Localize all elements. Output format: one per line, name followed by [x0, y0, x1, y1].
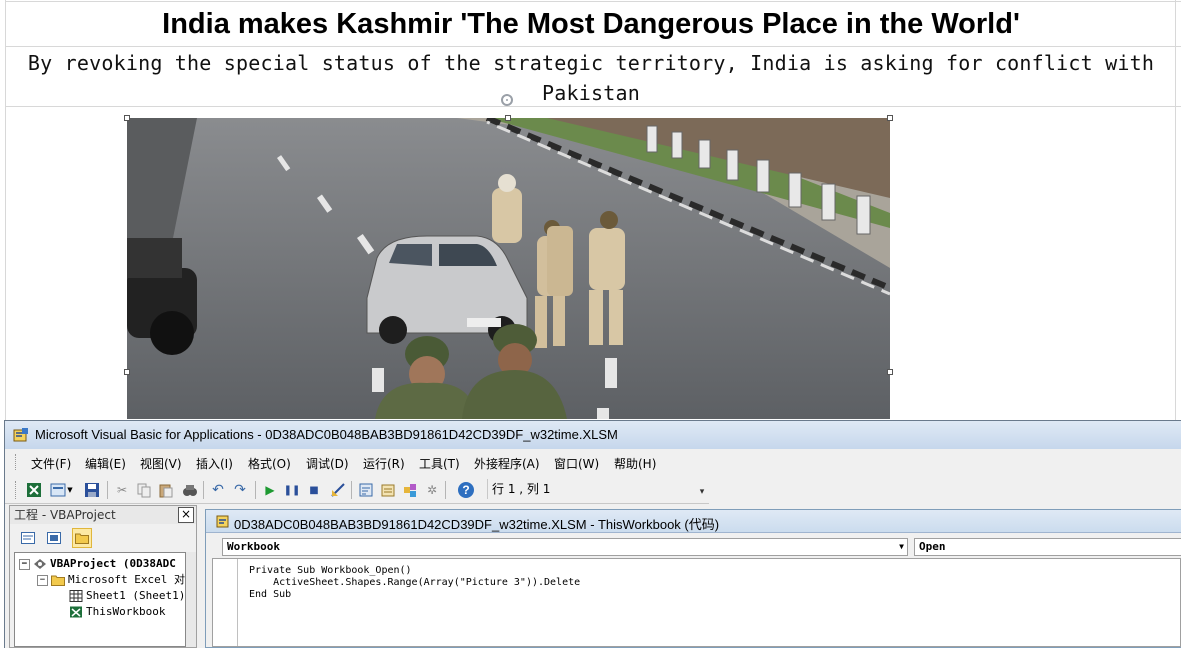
tree-item-vbaproject[interactable]: − VBAProject (0D38ADC: [19, 556, 176, 572]
menu-run[interactable]: 运行(R): [363, 455, 405, 472]
excel-view-icon[interactable]: [25, 481, 43, 499]
code-line[interactable]: ActiveSheet.Shapes.Range(Array("Picture …: [249, 577, 580, 589]
save-icon[interactable]: [83, 481, 101, 499]
vbaproject-icon: [34, 559, 46, 569]
tree-item-thisworkbook[interactable]: ThisWorkbook: [69, 604, 165, 620]
toggle-folders-icon[interactable]: [72, 528, 92, 548]
object-combo[interactable]: Workbook ▼: [222, 538, 908, 556]
resize-handle[interactable]: [505, 115, 511, 121]
svg-text:?: ?: [462, 483, 469, 497]
code-window[interactable]: 0D38ADC0B048BAB3BD91861D42CD39DF_w32time…: [205, 509, 1181, 648]
toolbar-separator: [351, 481, 352, 499]
copy-icon[interactable]: [135, 481, 153, 499]
cut-icon[interactable]: ✂: [113, 481, 131, 499]
redo-icon[interactable]: ↷: [231, 481, 249, 499]
view-object-icon[interactable]: [44, 528, 64, 548]
breakpoint-margin[interactable]: [213, 559, 238, 646]
view-code-icon[interactable]: [18, 528, 38, 548]
properties-icon[interactable]: [379, 481, 397, 499]
tree-item-excel-objects[interactable]: − Microsoft Excel 对象: [37, 572, 186, 588]
toolbar-grip[interactable]: [15, 481, 19, 499]
design-mode-icon[interactable]: [329, 481, 347, 499]
toolbar-separator: [203, 481, 204, 499]
project-pane-title: 工程 - VBAProject: [10, 506, 196, 524]
cursor-position: 行 1 , 列 1: [487, 479, 700, 499]
toolbar-overflow-icon[interactable]: ▾: [697, 483, 707, 501]
toolbar-separator: [255, 481, 256, 499]
code-window-icon: [216, 515, 229, 528]
close-icon[interactable]: ×: [178, 507, 194, 523]
project-tree[interactable]: − VBAProject (0D38ADC − Microsoft Excel 对象…: [14, 552, 186, 647]
subheadline-cell[interactable]: By revoking the special status of the st…: [6, 48, 1176, 108]
vba-window-title: Microsoft Visual Basic for Applications …: [35, 427, 618, 442]
headline-cell[interactable]: India makes Kashmir 'The Most Dangerous …: [6, 2, 1176, 46]
procedure-combo[interactable]: Open: [914, 538, 1181, 556]
menu-help[interactable]: 帮助(H): [614, 455, 656, 472]
toolbox-icon[interactable]: ✲: [423, 481, 441, 499]
dropdown-arrow-icon[interactable]: ▼: [899, 539, 904, 555]
folder-icon: [51, 575, 65, 586]
photo-kashmir-soldiers-icon: [127, 118, 890, 419]
tree-item-label: ThisWorkbook: [86, 605, 166, 618]
project-explorer-icon[interactable]: [357, 481, 375, 499]
menu-format[interactable]: 格式(O): [248, 455, 291, 472]
collapse-icon[interactable]: −: [19, 558, 30, 570]
pause-icon[interactable]: ❚❚: [283, 481, 301, 499]
procedure-combo-value: Open: [919, 540, 946, 553]
menu-file[interactable]: 文件(F): [31, 455, 71, 472]
code-window-title-bar[interactable]: 0D38ADC0B048BAB3BD91861D42CD39DF_w32time…: [206, 510, 1181, 533]
embedded-picture[interactable]: [127, 118, 890, 419]
menu-view[interactable]: 视图(V): [140, 455, 182, 472]
help-icon[interactable]: ?: [457, 481, 475, 499]
undo-icon[interactable]: ↶: [209, 481, 227, 499]
menu-insert[interactable]: 插入(I): [196, 455, 233, 472]
menu-debug[interactable]: 调试(D): [306, 455, 349, 472]
grid-line: [5, 46, 1181, 47]
worksheet-icon: [69, 590, 83, 602]
stop-icon[interactable]: ■: [305, 481, 323, 499]
resize-handle[interactable]: [887, 369, 893, 375]
vba-title-bar[interactable]: Microsoft Visual Basic for Applications …: [5, 421, 1181, 450]
code-editor[interactable]: Private Sub Workbook_Open() ActiveSheet.…: [212, 558, 1181, 647]
project-explorer-pane[interactable]: 工程 - VBAProject × − VBAProject (0D38ADC −…: [9, 505, 197, 648]
collapse-icon[interactable]: −: [37, 574, 48, 586]
menu-edit[interactable]: 编辑(E): [85, 455, 126, 472]
menu-addins[interactable]: 外接程序(A): [474, 455, 540, 472]
object-combo-value: Workbook: [227, 540, 280, 553]
code-line[interactable]: Private Sub Workbook_Open(): [249, 565, 412, 577]
menu-window[interactable]: 窗口(W): [554, 455, 599, 472]
find-icon[interactable]: [181, 481, 199, 499]
code-window-title: 0D38ADC0B048BAB3BD91861D42CD39DF_w32time…: [234, 517, 720, 532]
object-browser-icon[interactable]: [401, 481, 419, 499]
tree-scrollbar[interactable]: [186, 552, 196, 647]
tree-item-label: Microsoft Excel 对象: [68, 573, 186, 586]
paste-icon[interactable]: [157, 481, 175, 499]
resize-handle[interactable]: [124, 115, 130, 121]
project-pane-toolbar: [10, 526, 196, 550]
code-line[interactable]: End Sub: [249, 589, 291, 601]
vba-editor-window[interactable]: Microsoft Visual Basic for Applications …: [4, 420, 1181, 648]
menu-tools[interactable]: 工具(T): [419, 455, 460, 472]
tree-item-label: Sheet1 (Sheet1): [86, 589, 186, 602]
vba-app-icon: [13, 428, 28, 442]
toolbar-separator: [445, 481, 446, 499]
rotate-handle-icon[interactable]: [501, 94, 513, 106]
menubar-grip[interactable]: [15, 454, 19, 470]
tree-item-label: VBAProject (0D38ADC: [50, 557, 176, 570]
run-icon[interactable]: ▶: [261, 481, 279, 499]
workbook-icon: [70, 606, 82, 618]
tree-item-sheet1[interactable]: Sheet1 (Sheet1): [69, 588, 185, 604]
resize-handle[interactable]: [887, 115, 893, 121]
toolbar-separator: [107, 481, 108, 499]
resize-handle[interactable]: [124, 369, 130, 375]
dropdown-arrow-icon[interactable]: ▼: [65, 481, 75, 499]
menu-bar: 文件(F) 编辑(E) 视图(V) 插入(I) 格式(O) 调试(D) 运行(R…: [5, 449, 1181, 475]
